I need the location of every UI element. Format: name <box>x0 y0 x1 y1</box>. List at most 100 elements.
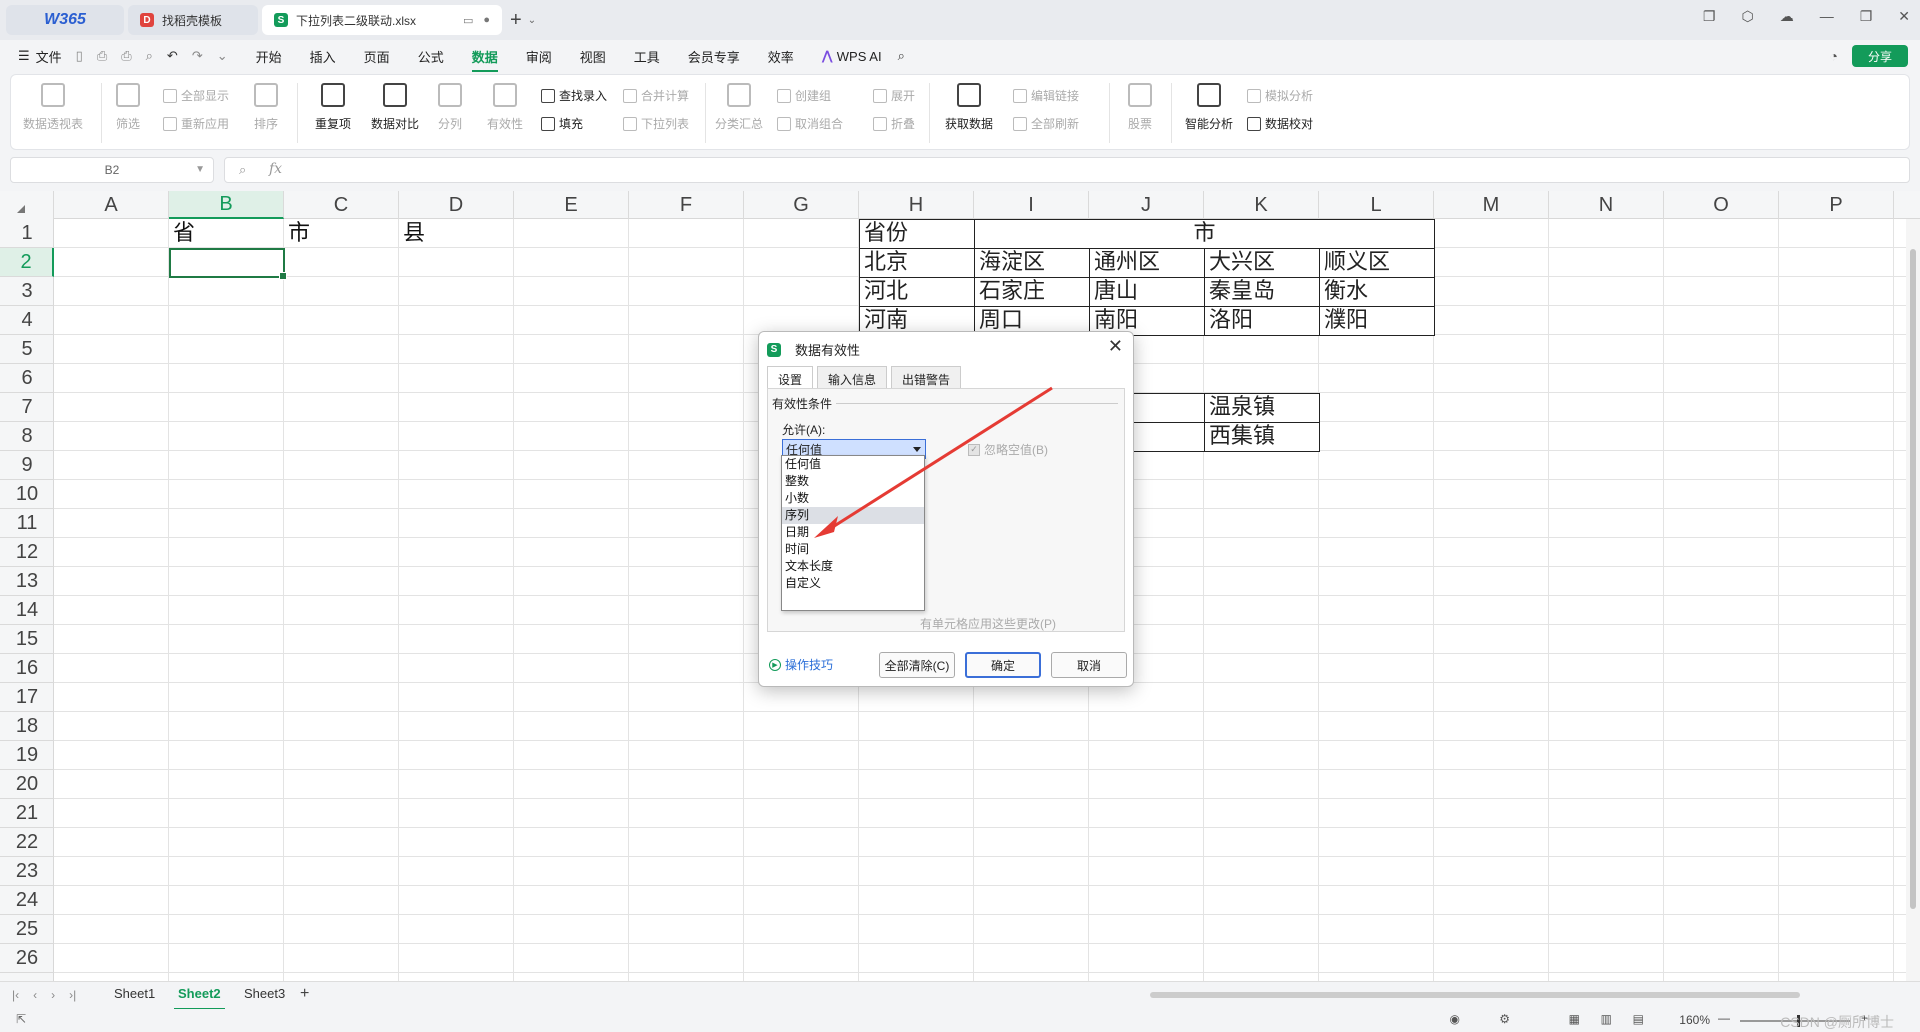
row-header-1[interactable]: 1 <box>0 219 54 248</box>
row-header-9[interactable]: 9 <box>0 451 54 480</box>
data-check-button[interactable]: 数据校对 <box>1247 115 1313 132</box>
restore-window-icon[interactable]: ❐ <box>1703 8 1716 25</box>
col-header-a[interactable]: A <box>54 191 169 219</box>
last-sheet-icon[interactable]: ›| <box>69 988 76 1002</box>
chevron-down-icon[interactable]: ▼ <box>195 164 205 175</box>
sheet-tab-3[interactable]: Sheet3 <box>244 986 285 1006</box>
chat-icon[interactable]: ◔ <box>1830 48 1838 64</box>
cancel-button[interactable]: 取消 <box>1051 652 1127 678</box>
option-time[interactable]: 时间 <box>782 541 924 558</box>
cell-k4[interactable]: 洛阳 <box>1204 306 1320 336</box>
row-header-21[interactable]: 21 <box>0 799 54 828</box>
sheet-tab-2[interactable]: Sheet2 <box>174 986 225 1010</box>
ok-button[interactable]: 确定 <box>965 652 1041 678</box>
dropdown-caret-icon[interactable] <box>913 447 921 452</box>
dropdown-list-button[interactable]: 下拉列表 <box>623 115 689 132</box>
stocks-button[interactable]: 股票 <box>1117 83 1163 132</box>
refresh-all-button[interactable]: 全部刷新 <box>1013 115 1079 132</box>
macro-icon[interactable]: ⇱ <box>16 1012 26 1026</box>
sheet-tab-1[interactable]: Sheet1 <box>114 986 155 1006</box>
row-header-19[interactable]: 19 <box>0 741 54 770</box>
menu-home[interactable]: 开始 <box>256 47 282 66</box>
settings-icon[interactable]: ⚙ <box>1499 1012 1510 1026</box>
apply-all-checkbox-label[interactable]: 有单元格应用这些更改(P) <box>920 615 1056 632</box>
undo-icon[interactable]: ↶ <box>167 48 178 64</box>
cell-i1-merged[interactable]: 市 <box>974 219 1435 249</box>
cell-k3[interactable]: 秦皇岛 <box>1204 277 1320 307</box>
col-header-l[interactable]: L <box>1319 191 1434 219</box>
col-header-i[interactable]: I <box>974 191 1089 219</box>
fx-icon[interactable]: fx <box>269 161 282 177</box>
fill-button[interactable]: 填充 <box>541 115 583 132</box>
clear-all-button[interactable]: 全部清除(C) <box>879 652 955 678</box>
menu-formula[interactable]: 公式 <box>418 47 444 66</box>
active-cell-b2[interactable] <box>169 248 287 280</box>
col-header-f[interactable]: F <box>629 191 744 219</box>
row-header-4[interactable]: 4 <box>0 306 54 335</box>
box-icon[interactable]: ⬡ <box>1741 8 1753 25</box>
row-header-2[interactable]: 2 <box>0 248 54 277</box>
new-tab-button[interactable]: + <box>510 9 522 32</box>
tab-templates[interactable]: D 找稻壳模板 <box>128 5 258 35</box>
collapse-button[interactable]: 折叠 <box>873 115 915 132</box>
split-column-button[interactable]: 分列 <box>427 83 473 132</box>
option-integer[interactable]: 整数 <box>782 473 924 490</box>
row-header-24[interactable]: 24 <box>0 886 54 915</box>
cell-c1[interactable]: 市 <box>284 219 399 248</box>
row-header-16[interactable]: 16 <box>0 654 54 683</box>
consolidate-button[interactable]: 合并计算 <box>623 87 689 104</box>
export-icon[interactable]: ⎙ <box>97 48 107 64</box>
cell-j2[interactable]: 通州区 <box>1089 248 1205 278</box>
ignore-blank-checkbox[interactable]: ✓ 忽略空值(B) <box>968 441 1048 458</box>
cell-i2[interactable]: 海淀区 <box>974 248 1090 278</box>
row-header-5[interactable]: 5 <box>0 335 54 364</box>
formula-input[interactable]: ⌕ fx <box>224 157 1910 183</box>
reapply-button[interactable]: 重新应用 <box>163 115 229 132</box>
redo-icon[interactable]: ↷ <box>192 48 203 64</box>
preview-icon[interactable]: ⌕ <box>146 48 153 64</box>
get-data-button[interactable]: 获取数据 <box>937 83 1001 132</box>
tab-list-chevron-icon[interactable]: ⌄ <box>528 15 536 26</box>
cell-l3[interactable]: 衡水 <box>1319 277 1435 307</box>
row-header-26[interactable]: 26 <box>0 944 54 973</box>
row-header-6[interactable]: 6 <box>0 364 54 393</box>
row-header-22[interactable]: 22 <box>0 828 54 857</box>
smart-analysis-button[interactable]: 智能分析 <box>1177 83 1241 132</box>
zoom-icon[interactable]: ⌕ <box>239 162 246 178</box>
menu-review[interactable]: 审阅 <box>526 47 552 66</box>
normal-view-icon[interactable]: ▦ <box>1569 1012 1580 1026</box>
first-sheet-icon[interactable]: |‹ <box>12 988 19 1002</box>
cell-b1[interactable]: 省 <box>169 219 284 248</box>
row-header-10[interactable]: 10 <box>0 480 54 509</box>
page-layout-icon[interactable]: ▥ <box>1601 1012 1612 1026</box>
w365-logo[interactable]: W365 <box>6 5 124 35</box>
col-header-m[interactable]: M <box>1434 191 1549 219</box>
duplicates-button[interactable]: 重复项 <box>301 83 365 132</box>
menu-tools[interactable]: 工具 <box>634 47 660 66</box>
zoom-out-icon[interactable]: — <box>1718 1011 1730 1025</box>
page-break-icon[interactable]: ▤ <box>1633 1012 1644 1026</box>
cell-h1[interactable]: 省份 <box>859 219 975 249</box>
monitor-icon[interactable]: ▭ <box>463 14 473 27</box>
option-sequence[interactable]: 序列 <box>782 507 924 524</box>
menu-page[interactable]: 页面 <box>364 47 390 66</box>
row-header-13[interactable]: 13 <box>0 567 54 596</box>
cell-j3[interactable]: 唐山 <box>1089 277 1205 307</box>
col-header-c[interactable]: C <box>284 191 399 219</box>
tips-link[interactable]: ▶ 操作技巧 <box>769 656 833 673</box>
filter-button[interactable]: 筛选 <box>105 83 151 132</box>
horizontal-scrollbar[interactable] <box>1150 992 1800 998</box>
add-sheet-button[interactable]: + <box>300 985 309 1003</box>
col-header-j[interactable]: J <box>1089 191 1204 219</box>
row-header-8[interactable]: 8 <box>0 422 54 451</box>
save-icon[interactable]: ▯ <box>76 48 83 64</box>
edit-links-button[interactable]: 编辑链接 <box>1013 87 1079 104</box>
maximize-icon[interactable]: ❐ <box>1860 8 1873 25</box>
cell-d1[interactable]: 县 <box>399 219 514 248</box>
select-all-corner[interactable] <box>0 191 54 219</box>
share-button[interactable]: 分享 <box>1852 45 1908 67</box>
prev-sheet-icon[interactable]: ‹ <box>33 988 37 1002</box>
lookup-entry-button[interactable]: 查找录入 <box>541 87 607 104</box>
next-sheet-icon[interactable]: › <box>51 988 55 1002</box>
row-header-15[interactable]: 15 <box>0 625 54 654</box>
